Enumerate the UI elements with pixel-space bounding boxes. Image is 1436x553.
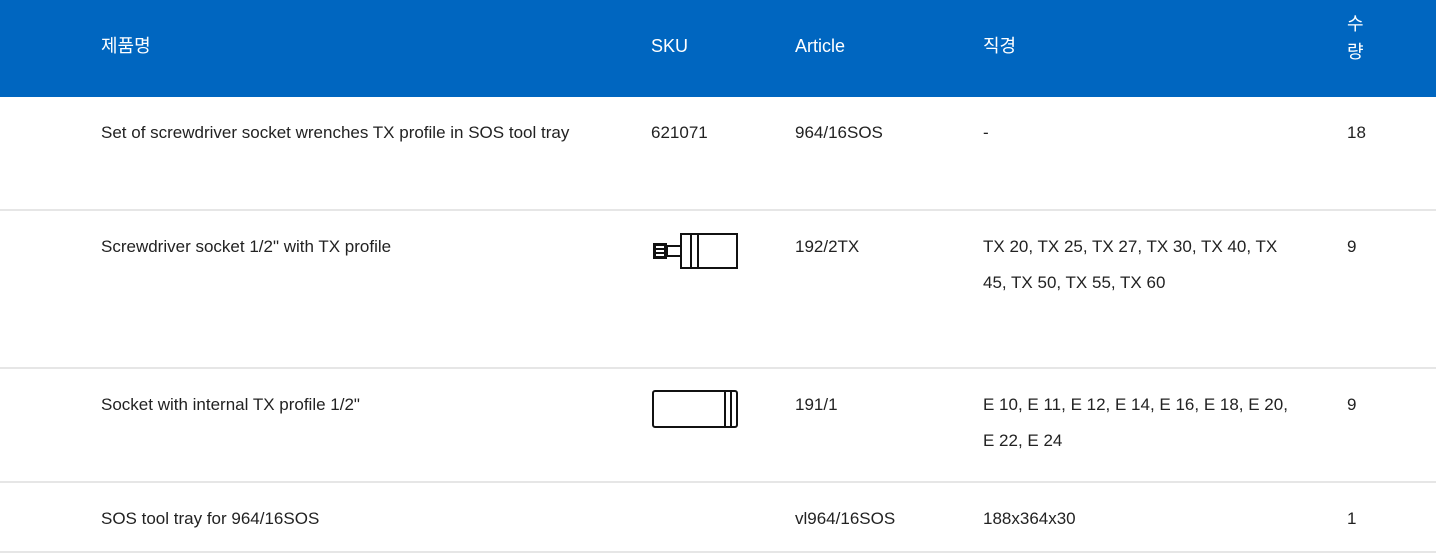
article-value: 191/1 (795, 395, 838, 414)
article-value: 192/2TX (795, 237, 860, 256)
table-header: 제품명 SKU Article 직경 수량 (0, 0, 1436, 97)
header-diameter[interactable]: 직경 (983, 34, 1016, 58)
article-value: vl964/16SOS (795, 509, 896, 528)
product-name[interactable]: Set of screwdriver socket wrenches TX pr… (101, 115, 601, 151)
quantity-value: 18 (1347, 123, 1366, 142)
header-quantity[interactable]: 수량 (1347, 10, 1367, 66)
product-name[interactable]: SOS tool tray for 964/16SOS (101, 501, 601, 537)
diameter-value: TX 20, TX 25, TX 27, TX 30, TX 40, TX 45… (983, 237, 1278, 292)
diameter-value: E 10, E 11, E 12, E 14, E 16, E 18, E 20… (983, 395, 1288, 450)
screwdriver-socket-image (651, 231, 739, 284)
table-row[interactable]: Set of screwdriver socket wrenches TX pr… (0, 97, 1436, 211)
sku-value: 621071 (651, 123, 708, 142)
diameter-value: 188x364x30 (983, 509, 1076, 528)
product-name[interactable]: Socket with internal TX profile 1/2" (101, 387, 601, 423)
quantity-value: 9 (1347, 395, 1357, 414)
socket-image (651, 389, 739, 442)
table-row[interactable]: SOS tool tray for 964/16SOS vl964/16SOS … (0, 483, 1436, 553)
header-article[interactable]: Article (795, 34, 845, 58)
table-row[interactable]: Screwdriver socket 1/2" with TX profile … (0, 211, 1436, 369)
product-name[interactable]: Screwdriver socket 1/2" with TX profile (101, 229, 601, 265)
product-table: 제품명 SKU Article 직경 수량 Set of screwdriver… (0, 0, 1436, 553)
table-row[interactable]: Socket with internal TX profile 1/2" 191… (0, 369, 1436, 483)
header-product-name[interactable]: 제품명 (101, 34, 151, 58)
diameter-value: - (983, 123, 989, 142)
quantity-value: 1 (1347, 509, 1357, 528)
article-value: 964/16SOS (795, 123, 883, 142)
header-sku[interactable]: SKU (651, 34, 688, 58)
quantity-value: 9 (1347, 237, 1357, 256)
